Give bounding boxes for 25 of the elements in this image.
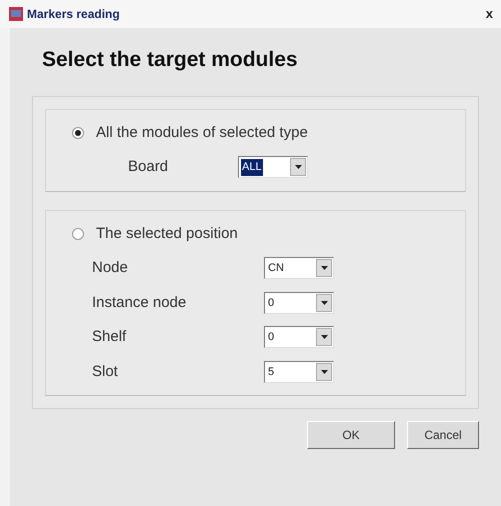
field-label: Node bbox=[92, 258, 129, 278]
dropdown-value: 5 bbox=[267, 364, 276, 380]
dropdown[interactable]: CN bbox=[264, 257, 334, 280]
dropdown-value: ALL bbox=[241, 159, 263, 176]
field-label: Board bbox=[128, 157, 170, 177]
radio-button[interactable] bbox=[72, 126, 84, 139]
close-button[interactable]: x bbox=[486, 4, 493, 24]
dialog-button[interactable]: OK bbox=[307, 421, 395, 449]
radio-option[interactable]: The selected position bbox=[72, 222, 465, 245]
app-icon bbox=[8, 6, 24, 22]
radio-button[interactable] bbox=[72, 228, 84, 240]
dropdown[interactable]: 5 bbox=[264, 360, 334, 383]
field-label: Instance node bbox=[92, 292, 188, 312]
dropdown-value: 0 bbox=[267, 296, 276, 310]
window-title: Markers reading bbox=[27, 6, 120, 23]
dropdown-value: 0 bbox=[267, 330, 276, 345]
field-label: Shelf bbox=[92, 327, 128, 347]
dialog-button[interactable]: Cancel bbox=[407, 421, 479, 449]
dropdown[interactable]: 0 bbox=[264, 326, 334, 348]
dialog-heading: Select the target modules bbox=[42, 47, 299, 73]
dropdown[interactable]: 0 bbox=[264, 292, 334, 314]
field-label: Slot bbox=[92, 362, 119, 382]
radio-option[interactable]: All the modules of selected type bbox=[72, 122, 465, 144]
dropdown-value: CN bbox=[267, 261, 285, 276]
dropdown[interactable]: ALL bbox=[238, 156, 308, 178]
